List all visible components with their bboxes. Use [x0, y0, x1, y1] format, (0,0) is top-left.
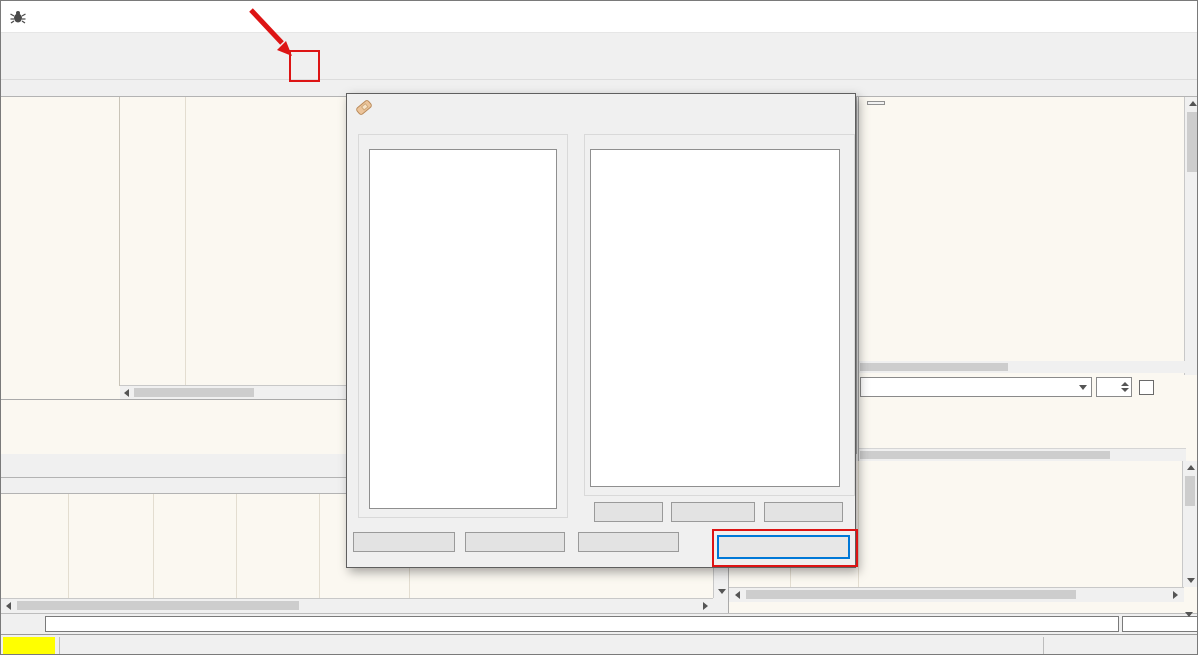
args-hscrollbar[interactable] [859, 448, 1186, 461]
registers-view[interactable] [858, 97, 1197, 461]
x32dbg-window [0, 0, 1198, 655]
patch-dialog [346, 93, 856, 568]
command-input[interactable] [45, 616, 1119, 632]
menu-bar [1, 32, 1197, 55]
import-button[interactable] [353, 532, 455, 552]
export-button[interactable] [465, 532, 565, 552]
toolbar [1, 55, 1197, 80]
title-bar [1, 1, 1197, 33]
registers-hscrollbar[interactable] [859, 361, 1186, 373]
minimize-icon[interactable] [1062, 1, 1107, 32]
status-bar [1, 634, 1197, 654]
select-all-button[interactable] [594, 502, 663, 522]
stack-hscrollbar[interactable] [729, 587, 1184, 602]
status-badge [3, 637, 55, 654]
patch-icon [354, 98, 374, 116]
unlock-checkbox[interactable] [1139, 380, 1154, 395]
close-icon[interactable] [1152, 1, 1197, 32]
dump-hscrollbar[interactable] [1, 598, 713, 613]
maximize-icon[interactable] [1107, 1, 1152, 32]
arg-count-stepper[interactable] [1096, 377, 1132, 397]
restore-selection-button[interactable] [764, 502, 843, 522]
patch-dialog-titlebar[interactable] [347, 94, 855, 120]
command-bar [1, 612, 1197, 634]
registers-vscrollbar[interactable] [1184, 97, 1197, 375]
deselect-all-button[interactable] [671, 502, 755, 522]
command-profile-select[interactable] [1122, 612, 1197, 632]
calling-convention-select[interactable] [860, 377, 1092, 397]
bug-icon [10, 10, 26, 23]
pick-groups-button[interactable] [578, 532, 679, 552]
stack-vscrollbar[interactable] [1182, 461, 1197, 587]
hide-fpu-button[interactable] [867, 101, 885, 105]
patch-file-button[interactable] [717, 535, 850, 559]
patch-list[interactable] [590, 149, 840, 487]
module-list[interactable] [369, 149, 557, 509]
